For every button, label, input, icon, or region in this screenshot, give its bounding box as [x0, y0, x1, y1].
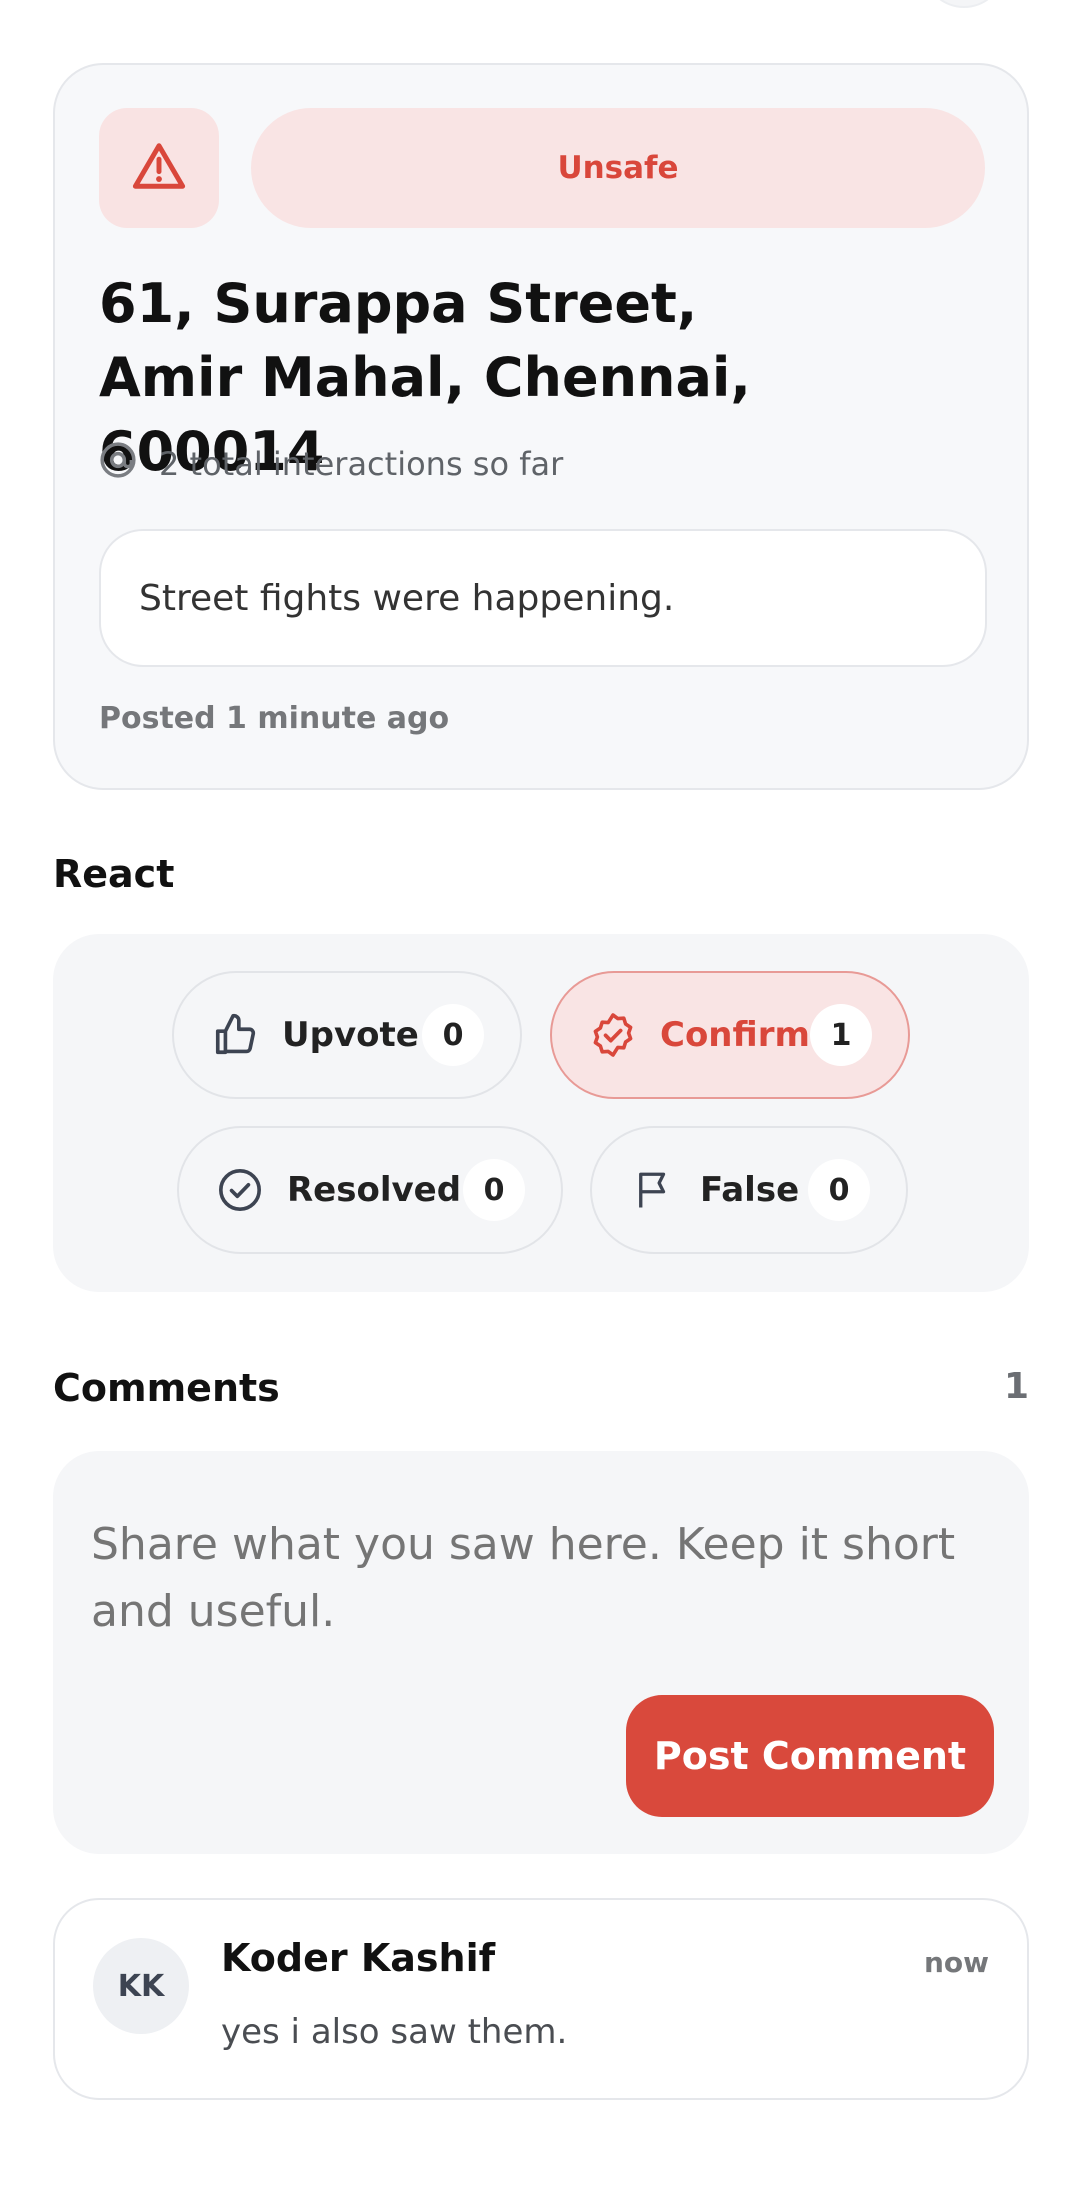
upvote-label: Upvote [282, 1015, 419, 1055]
upvote-button[interactable]: Upvote 0 [172, 971, 522, 1099]
warning-triangle-icon [132, 141, 186, 195]
post-comment-button[interactable]: Post Comment [626, 1695, 994, 1817]
comment-composer: Post Comment [53, 1451, 1029, 1854]
comment-author: Koder Kashif [221, 1936, 496, 1980]
interactions-text: 2 total interactions so far [159, 445, 564, 483]
check-circle-icon [215, 1165, 265, 1215]
false-label: False [700, 1170, 800, 1210]
comment-input[interactable] [91, 1511, 991, 1645]
at-target-icon [99, 441, 137, 487]
false-count: 0 [808, 1159, 870, 1221]
resolved-button[interactable]: Resolved 0 [177, 1126, 563, 1254]
thumbs-up-icon [210, 1010, 260, 1060]
false-button[interactable]: False 0 [590, 1126, 908, 1254]
confirm-count: 1 [810, 1004, 872, 1066]
report-card: Unsafe 61, Surappa Street, Amir Mahal, C… [53, 63, 1029, 790]
resolved-label: Resolved [287, 1170, 462, 1210]
report-description: Street fights were happening. [99, 529, 987, 667]
avatar: KK [93, 1938, 189, 2034]
upvote-count: 0 [422, 1004, 484, 1066]
verified-badge-icon [588, 1010, 638, 1060]
comment-count: 1 [1003, 1366, 1029, 1407]
confirm-label: Confirm [660, 1015, 810, 1055]
react-panel: Upvote 0 Confirm 1 Resolved 0 False 0 [53, 934, 1029, 1292]
posted-time: Posted 1 minute ago [99, 701, 450, 736]
confirm-button[interactable]: Confirm 1 [550, 971, 910, 1099]
status-badge: Unsafe [251, 108, 985, 228]
status-icon-box [99, 108, 219, 228]
interactions-summary: 2 total interactions so far [99, 441, 563, 487]
comment-item: KK Koder Kashif now yes i also saw them. [53, 1898, 1029, 2100]
react-section-title: React [53, 852, 175, 896]
comments-section-title: Comments [53, 1366, 280, 1410]
header-avatar-button[interactable] [926, 0, 1002, 8]
flag-icon [628, 1165, 678, 1215]
comment-time: now [923, 1946, 989, 1979]
comment-text: yes i also saw them. [221, 2012, 568, 2052]
resolved-count: 0 [463, 1159, 525, 1221]
